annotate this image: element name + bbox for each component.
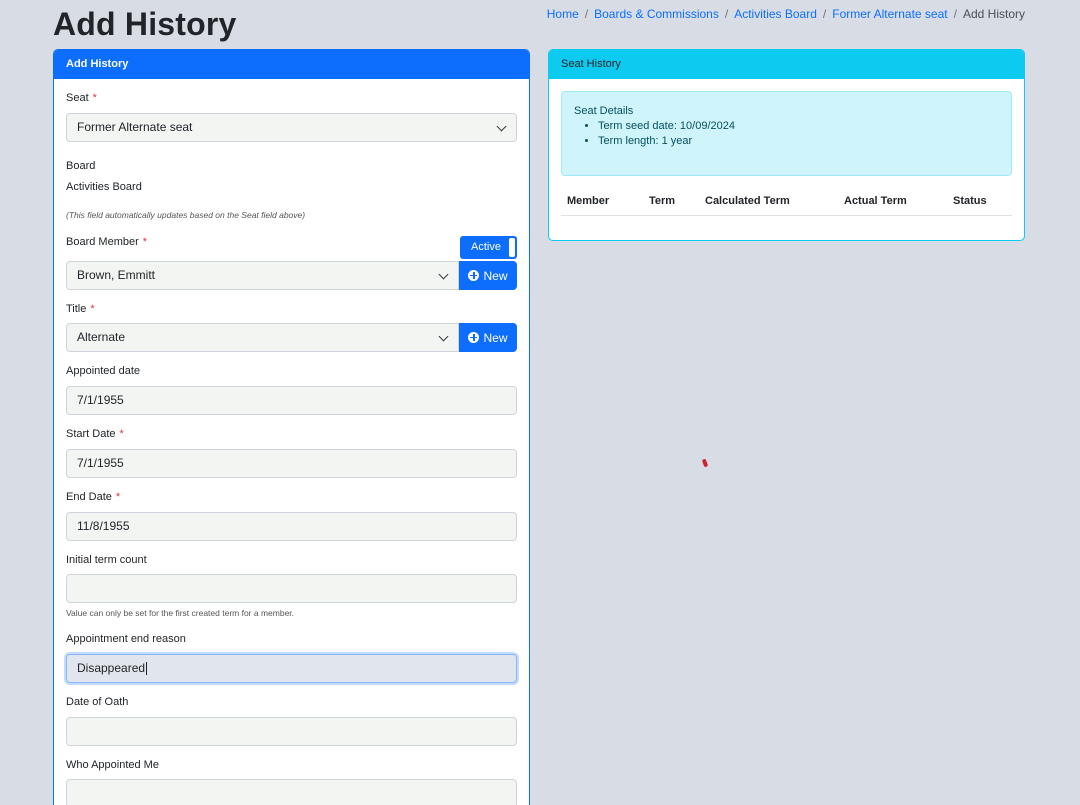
- plus-circle-icon: [468, 332, 480, 343]
- appointment-end-reason-input[interactable]: Disappeared: [66, 654, 517, 683]
- required-mark: *: [92, 92, 97, 104]
- board-value: Activities Board: [66, 181, 142, 193]
- title-label-text: Title: [66, 303, 87, 315]
- breadcrumb-activities-board[interactable]: Activities Board: [734, 7, 817, 21]
- appointed-date-label: Appointed date: [66, 365, 141, 377]
- board-member-label: Board Member *: [66, 236, 147, 248]
- column-header-actual-term[interactable]: Actual Term: [838, 190, 947, 216]
- breadcrumb-separator: /: [584, 7, 589, 21]
- add-history-card: Add History Seat * Former Alternate seat …: [53, 49, 530, 805]
- breadcrumb-separator: /: [953, 7, 957, 21]
- required-mark: *: [90, 303, 95, 315]
- chevron-down-icon: [438, 331, 449, 342]
- new-button-label: New: [483, 268, 508, 283]
- add-history-card-header: Add History: [54, 50, 529, 79]
- chevron-down-icon: [438, 269, 449, 280]
- board-member-label-text: Board Member: [66, 236, 139, 248]
- breadcrumb-boards-commissions[interactable]: Boards & Commissions: [594, 7, 719, 21]
- plus-circle-icon: [468, 270, 480, 281]
- title-select[interactable]: Alternate: [66, 323, 459, 352]
- date-of-oath-input[interactable]: [66, 717, 517, 746]
- end-date-label-text: End Date: [66, 491, 112, 503]
- new-button-label: New: [483, 330, 508, 345]
- appointment-end-reason-value: Disappeared: [77, 661, 146, 675]
- breadcrumb-current: Add History: [962, 7, 1025, 21]
- seat-history-table: Member Term Calculated Term Actual Term …: [561, 190, 1012, 216]
- column-header-calculated-term[interactable]: Calculated Term: [699, 190, 838, 216]
- date-of-oath-label: Date of Oath: [66, 696, 129, 708]
- required-mark: *: [115, 491, 121, 503]
- initial-term-count-hint: Value can only be set for the first crea…: [66, 608, 295, 618]
- end-date-input[interactable]: 11/8/1955: [66, 512, 517, 541]
- seat-detail-term-length: Term length: 1 year: [598, 134, 999, 149]
- seat-details-list: Term seed date: 10/09/2024 Term length: …: [598, 119, 999, 149]
- toggle-knob: [509, 238, 515, 257]
- breadcrumb-separator: /: [822, 7, 827, 21]
- seat-history-card: Seat History Seat Details Term seed date…: [548, 49, 1025, 241]
- initial-term-count-label: Initial term count: [66, 554, 147, 566]
- appointed-date-input[interactable]: 7/1/1955: [66, 386, 517, 415]
- start-date-label-text: Start Date: [66, 428, 116, 440]
- required-mark: *: [142, 236, 148, 248]
- start-date-input[interactable]: 7/1/1955: [66, 449, 517, 478]
- cursor-mark: [701, 458, 709, 468]
- required-mark: *: [119, 428, 124, 440]
- table-header-row: Member Term Calculated Term Actual Term …: [561, 190, 1012, 216]
- active-toggle-label: Active: [471, 241, 501, 253]
- breadcrumb: Home / Boards & Commissions / Activities…: [547, 7, 1025, 21]
- board-label: Board: [66, 160, 96, 172]
- seat-details-alert: Seat Details Term seed date: 10/09/2024 …: [561, 91, 1012, 176]
- appointment-end-reason-label: Appointment end reason: [66, 633, 186, 645]
- page-title: Add History: [53, 6, 237, 42]
- board-member-select-value: Brown, Emmitt: [77, 268, 156, 282]
- seat-label: Seat *: [66, 92, 97, 104]
- chevron-down-icon: [496, 121, 507, 132]
- column-header-status[interactable]: Status: [947, 190, 1012, 216]
- who-appointed-me-label: Who Appointed Me: [66, 759, 159, 771]
- breadcrumb-seat[interactable]: Former Alternate seat: [832, 7, 947, 21]
- active-toggle[interactable]: Active: [460, 236, 517, 259]
- breadcrumb-home[interactable]: Home: [547, 7, 579, 21]
- seat-detail-term-seed-date: Term seed date: 10/09/2024: [598, 119, 999, 134]
- end-date-label: End Date *: [66, 491, 120, 503]
- start-date-label: Start Date *: [66, 428, 124, 440]
- breadcrumb-separator: /: [724, 7, 729, 21]
- column-header-member[interactable]: Member: [561, 190, 643, 216]
- seat-history-card-header: Seat History: [549, 50, 1024, 79]
- text-cursor: [146, 662, 148, 676]
- initial-term-count-input[interactable]: [66, 574, 517, 603]
- who-appointed-me-input[interactable]: [66, 779, 517, 805]
- seat-select-value: Former Alternate seat: [77, 120, 193, 134]
- new-title-button[interactable]: New: [459, 323, 517, 352]
- seat-details-title: Seat Details: [574, 105, 634, 117]
- seat-select[interactable]: Former Alternate seat: [66, 113, 517, 142]
- new-board-member-button[interactable]: New: [459, 261, 517, 290]
- board-member-select[interactable]: Brown, Emmitt: [66, 261, 459, 290]
- title-label: Title *: [66, 303, 95, 315]
- seat-label-text: Seat: [66, 92, 89, 104]
- board-hint: (This field automatically updates based …: [66, 210, 306, 220]
- column-header-term[interactable]: Term: [643, 190, 699, 216]
- title-select-value: Alternate: [77, 330, 126, 344]
